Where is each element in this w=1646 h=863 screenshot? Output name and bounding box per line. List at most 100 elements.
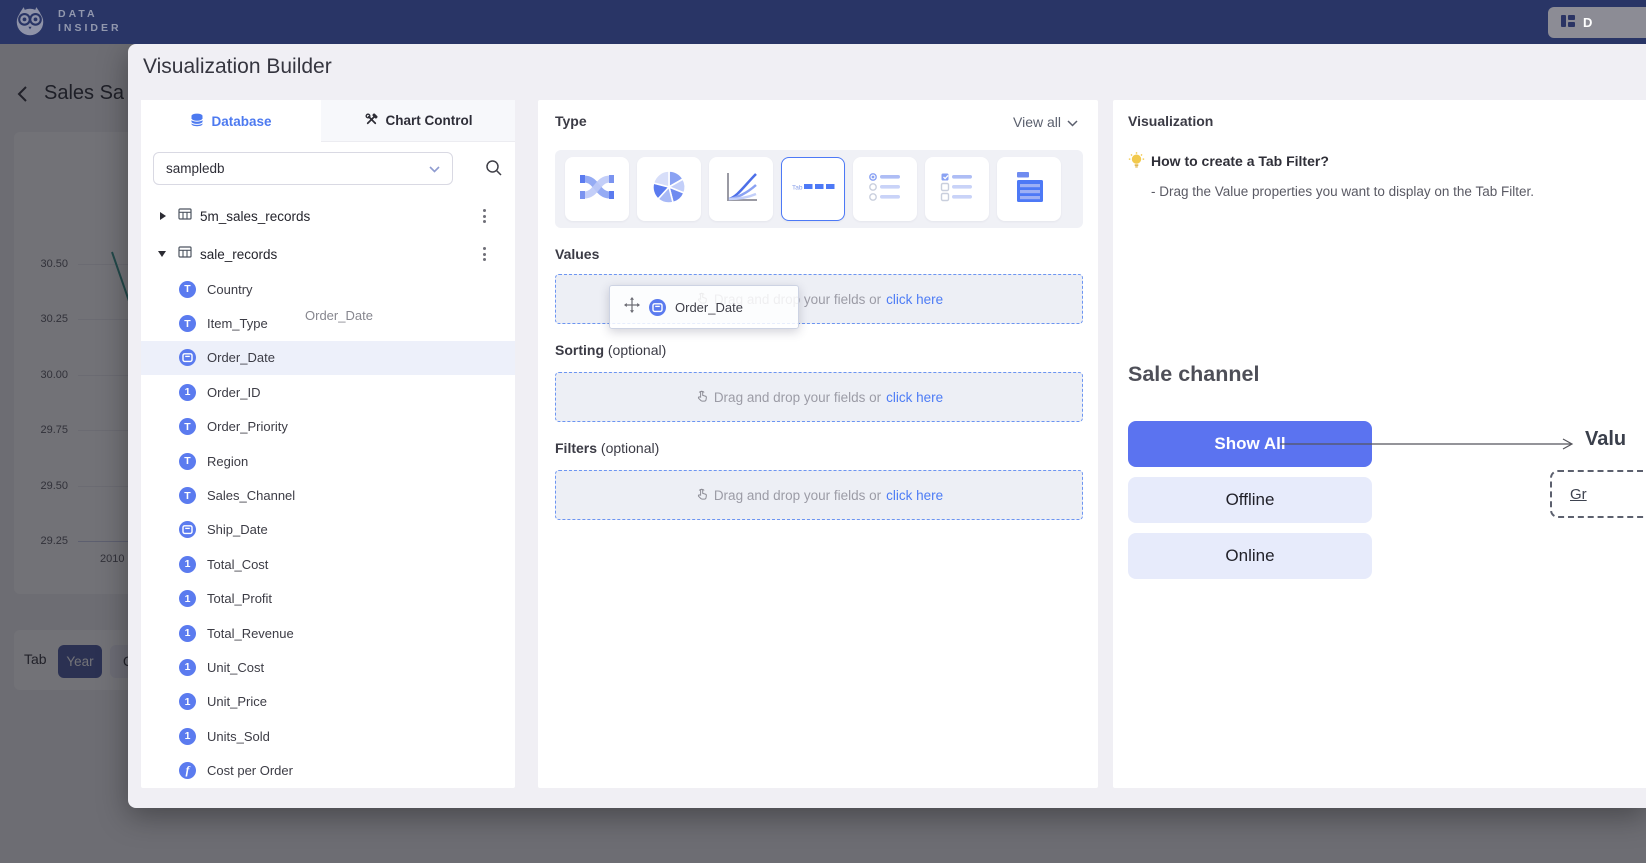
builder-panel: Type View all Tab Values Drag and drop y…	[538, 100, 1098, 788]
field-row-units-sold[interactable]: 1 Units_Sold	[141, 719, 515, 753]
chart-type-checkbox-list[interactable]	[925, 157, 989, 221]
dropzone-click-here-link[interactable]: click here	[886, 488, 943, 503]
dashboard-button[interactable]: D	[1548, 7, 1646, 38]
annotation-value-label: Valu	[1585, 428, 1626, 451]
chevron-down-icon	[429, 161, 440, 176]
field-row-sales-channel[interactable]: TSales_Channel	[141, 478, 515, 512]
dropzone-hint: Drag and drop your fields or	[714, 390, 881, 405]
dropzone-click-here-link[interactable]: click here	[886, 390, 943, 405]
field-label: Ship_Date	[207, 522, 268, 537]
field-row-country[interactable]: TCountry	[141, 272, 515, 306]
field-row-cost-per-order[interactable]: fCost per Order	[141, 753, 515, 787]
lightbulb-icon	[1128, 152, 1145, 174]
preview-filter-button-offline[interactable]: Offline	[1128, 477, 1372, 523]
field-row-total-cost[interactable]: 1 Total_Cost	[141, 547, 515, 581]
logo-text-bottom: INSIDER	[58, 22, 122, 34]
number-field-icon: 1	[179, 728, 196, 745]
preview-chart-title: Sale channel	[1128, 362, 1259, 387]
database-icon	[190, 113, 204, 130]
tip-title: How to create a Tab Filter?	[1151, 153, 1329, 169]
chart-type-detail-list[interactable]	[997, 157, 1061, 221]
database-select[interactable]: sampledb	[153, 152, 453, 185]
field-row-total-revenue[interactable]: 1Total_Revenue	[141, 616, 515, 650]
filters-dropzone[interactable]: Drag and drop your fields or click here	[555, 470, 1083, 520]
tab-chart-control[interactable]: Chart Control	[321, 100, 515, 142]
tab-chart-control-label: Chart Control	[386, 113, 473, 128]
view-all-button[interactable]: View all	[1013, 114, 1078, 130]
chart-type-radio-list[interactable]	[853, 157, 917, 221]
field-label: Unit_Cost	[207, 660, 264, 675]
pie-chart-icon	[649, 167, 689, 212]
chart-type-tab-filter[interactable]: Tab	[781, 157, 845, 221]
dashboard-button-label: D	[1583, 15, 1592, 30]
number-field-icon: 1	[179, 625, 196, 642]
field-label: Total_Cost	[207, 557, 268, 572]
field-row-region[interactable]: TRegion	[141, 444, 515, 478]
table-icon	[178, 207, 192, 226]
annotation-group-label[interactable]: Gr	[1570, 486, 1587, 503]
field-row-unit-price[interactable]: 1Unit_Price	[141, 685, 515, 719]
tools-icon	[364, 112, 379, 130]
logo-text-top: DATA	[58, 8, 98, 20]
field-label: Region	[207, 454, 248, 469]
caret-down-icon[interactable]	[158, 251, 166, 257]
kebab-menu-icon[interactable]	[479, 205, 490, 227]
field-label: Units_Sold	[207, 729, 270, 744]
kebab-menu-icon[interactable]	[479, 243, 490, 265]
preview-filter-button-online[interactable]: Online	[1128, 533, 1372, 579]
field-row-order-priority[interactable]: T Order_Priority	[141, 410, 515, 444]
text-field-icon: T	[179, 418, 196, 435]
field-label: Order_Priority	[207, 419, 288, 434]
function-field-icon: f	[179, 762, 196, 779]
chart-type-sankey[interactable]	[565, 157, 629, 221]
date-field-icon	[649, 299, 666, 316]
chevron-down-icon	[1067, 114, 1078, 130]
view-all-label: View all	[1013, 114, 1061, 130]
database-panel: Database Chart Control sampledb	[141, 100, 515, 788]
tree-node-label: 5m_sales_records	[200, 209, 310, 224]
values-section-label: Values	[555, 246, 599, 262]
sankey-chart-icon	[577, 167, 617, 212]
line-chart-icon	[721, 167, 761, 212]
app-root: Sales Sa 30.5030.2530.0029.7529.5029.25 …	[0, 0, 1646, 863]
filters-optional-suffix: (optional)	[601, 440, 659, 456]
field-row-total-profit[interactable]: 1Total_Profit	[141, 582, 515, 616]
tree-node-sale-records[interactable]: sale_records	[141, 236, 515, 272]
field-label: Country	[207, 282, 253, 297]
field-row-order-id[interactable]: 1Order_ID	[141, 375, 515, 409]
chart-type-line[interactable]	[709, 157, 773, 221]
field-row-order-date[interactable]: Order_Date	[141, 341, 515, 375]
field-label: Order_Date	[207, 350, 275, 365]
visualization-builder-modal: Visualization Builder Database Chart Con…	[128, 44, 1646, 808]
field-label: Item_Type	[207, 316, 268, 331]
number-field-icon: 1	[179, 590, 196, 607]
sorting-dropzone[interactable]: Drag and drop your fields or click here	[555, 372, 1083, 422]
radio-list-chart-icon	[865, 167, 905, 212]
sorting-optional-suffix: (optional)	[608, 342, 666, 358]
caret-right-icon[interactable]	[160, 212, 166, 220]
dragging-field-chip[interactable]: Order_Date	[609, 285, 799, 329]
number-field-icon: 1	[179, 556, 196, 573]
field-row-unit-cost[interactable]: 1Unit_Cost	[141, 650, 515, 684]
drag-ghost-label: Order_Date	[305, 308, 373, 323]
dashboard-grid-icon	[1560, 13, 1576, 32]
search-icon[interactable]	[485, 159, 503, 182]
dropzone-click-here-link[interactable]: click here	[886, 292, 943, 307]
owl-logo-icon[interactable]	[12, 4, 48, 40]
sorting-section-label: Sorting (optional)	[555, 342, 666, 358]
text-field-icon: T	[179, 315, 196, 332]
drag-chip-label: Order_Date	[675, 300, 743, 315]
field-row-ship-date[interactable]: Ship_Date	[141, 513, 515, 547]
tab-database-label: Database	[211, 114, 271, 129]
tree-node-label: sale_records	[200, 247, 277, 262]
tree-node-5m-sales-records[interactable]: 5m_sales_records	[141, 198, 515, 234]
chart-type-pie[interactable]	[637, 157, 701, 221]
tab-database[interactable]: Database	[141, 100, 321, 142]
annotation-arrow	[1280, 437, 1580, 451]
drag-hand-icon	[695, 487, 709, 504]
date-field-icon	[179, 349, 196, 366]
chart-type-strip: Tab	[555, 150, 1083, 228]
database-select-value: sampledb	[166, 161, 225, 176]
dropzone-hint: Drag and drop your fields or	[714, 488, 881, 503]
table-icon	[178, 245, 192, 264]
